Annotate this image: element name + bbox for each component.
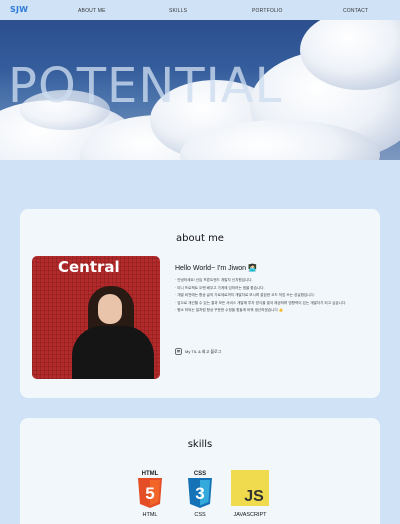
greeting-heading: Hello World~ I'm Jiwon 👩🏻‍💻 xyxy=(175,264,257,272)
laptop-emoji-icon: 👩🏻‍💻 xyxy=(248,265,257,272)
skill-label-html: HTML xyxy=(142,512,158,518)
skills-card: skills HTML 5 HTML CSS 3 CSS JS JAVASCRI… xyxy=(20,418,380,524)
nav-item-portfolio[interactable]: PORTFOLIO xyxy=(252,8,283,14)
hero-banner: POTENTIAL xyxy=(0,20,400,160)
svg-text:JS: JS xyxy=(244,488,264,505)
skill-label-css: CSS xyxy=(194,512,206,518)
nav-item-about-me[interactable]: ABOUT ME xyxy=(78,8,106,14)
skill-item-javascript: JS JAVASCRIPT xyxy=(230,470,270,518)
bio-line: · 개발 비전에는 항상 글의 가로세로까지 개발자로 보시며 깔끔한 코드 작… xyxy=(175,293,315,298)
bio-list: · 안녕하세요! 신입 프론트엔드 개발자 신지원입니다. · 미니 프로젝트 … xyxy=(175,277,375,315)
blog-icon xyxy=(175,348,182,355)
top-navigation: SJW ABOUT ME SKILLS PORTFOLIO CONTACT xyxy=(0,0,400,20)
nav-item-contact[interactable]: CONTACT xyxy=(343,8,368,14)
skill-item-html: HTML 5 HTML xyxy=(130,470,170,518)
site-logo[interactable]: SJW xyxy=(10,5,28,14)
hero-title: POTENTIAL xyxy=(8,58,283,114)
person-body xyxy=(72,326,154,379)
person-face xyxy=(98,294,122,324)
javascript-icon: JS xyxy=(231,470,269,506)
html5-icon: HTML 5 xyxy=(138,471,162,508)
svg-text:3: 3 xyxy=(195,484,204,503)
about-me-title: about me xyxy=(176,233,224,244)
bio-line: · 앞으로 개선할 수 있는 결과 모든 서비스 개발에 투자 방식을 결국 제… xyxy=(175,300,347,305)
skills-title: skills xyxy=(187,439,213,450)
svg-text:CSS: CSS xyxy=(194,471,206,477)
css3-icon: CSS 3 xyxy=(188,471,212,508)
nav-item-skills[interactable]: SKILLS xyxy=(169,8,187,14)
blog-link[interactable]: My TIL & 회고 블로그 xyxy=(175,348,221,355)
skill-label-javascript: JAVASCRIPT xyxy=(233,512,267,518)
skills-list: HTML 5 HTML CSS 3 CSS JS JAVASCRIPT xyxy=(20,470,380,520)
photo-sign-text: Central xyxy=(58,258,120,276)
bio-line: · 미니 프로젝트 오랜 배우고 가게에 임하려는 점을 좋습니다. xyxy=(175,285,265,290)
bio-line: · 평소 하되는 일처럼 항상 꾸준한 수정을 힘들게 바꿔 생산하겠습니다 👍 xyxy=(175,308,284,313)
blog-link-label[interactable]: My TIL & 회고 블로그 xyxy=(185,349,221,355)
profile-photo: Central xyxy=(32,256,160,379)
about-me-card: about me Central Hello World~ I'm Jiwon … xyxy=(20,209,380,398)
bio-line: · 안녕하세요! 신입 프론트엔드 개발자 신지원입니다. xyxy=(175,278,253,282)
greeting-text: Hello World~ I'm Jiwon xyxy=(175,265,247,272)
svg-text:HTML: HTML xyxy=(142,471,159,477)
svg-text:5: 5 xyxy=(145,484,154,503)
skill-item-css: CSS 3 CSS xyxy=(180,470,220,518)
